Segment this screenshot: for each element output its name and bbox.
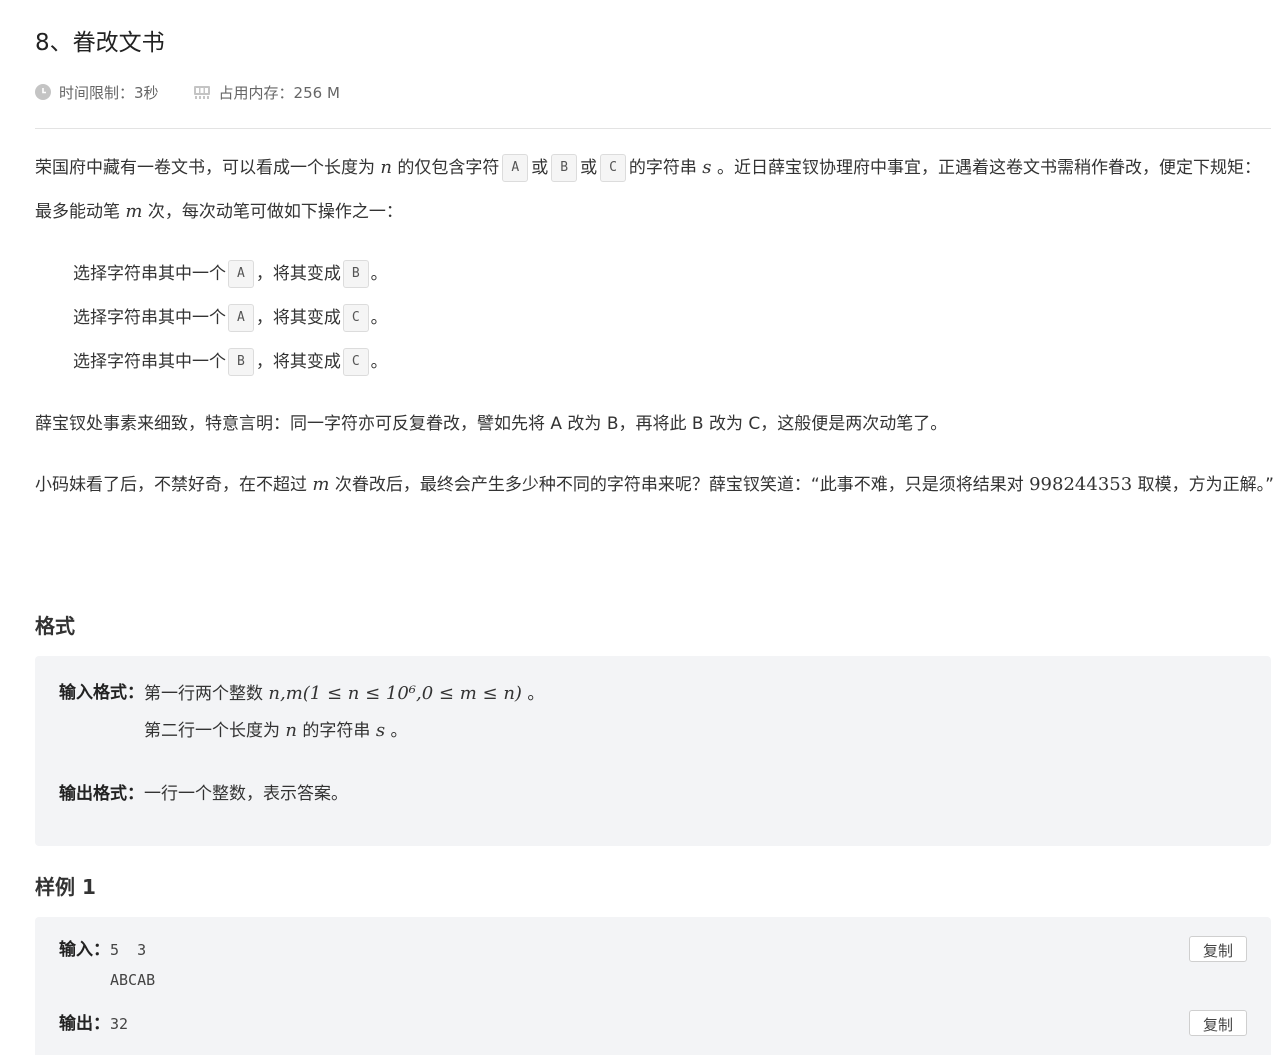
statement-text: 小码妹看了后，不禁好奇，在不超过 xyxy=(35,475,307,495)
operation-text: 。 xyxy=(370,264,388,284)
math-var-s: s xyxy=(375,720,386,741)
input-format-label: 输入格式： xyxy=(59,683,144,703)
input-format-text: 第二行一个长度为 xyxy=(144,721,280,741)
statement-text: 的字符串 xyxy=(628,158,697,178)
code-char-a: A xyxy=(502,154,529,182)
sample-output-label: 输出： xyxy=(59,1014,110,1034)
statement-text: 或 xyxy=(580,158,598,178)
operation-text: ，将其变成 xyxy=(255,308,341,328)
code-char-b: B xyxy=(551,154,578,182)
modulus-number: 998244353 xyxy=(1029,474,1133,495)
math-var-m: m xyxy=(312,474,330,495)
operation-item: 选择字符串其中一个 B ，将其变成 C。 xyxy=(73,340,388,384)
time-limit-text: 时间限制：3秒 xyxy=(59,83,159,102)
time-limit: 时间限制：3秒 xyxy=(35,82,159,103)
sample-input-content: 5 3 ABCAB xyxy=(110,937,155,993)
copy-output-button[interactable]: 复制 xyxy=(1189,1010,1247,1036)
operation-text: 选择字符串其中一个 xyxy=(73,308,226,328)
operations-list: 选择字符串其中一个 A ，将其变成 B。 选择字符串其中一个 A ，将其变成 C。 选择字符… xyxy=(73,252,388,384)
statement-text: 或 xyxy=(531,158,549,178)
clock-icon xyxy=(35,84,51,100)
problem-page: 8、眷改文书 时间限制：3秒 占用内存：256 M 荣国府中藏有一卷文书，可以看… xyxy=(0,0,1284,1055)
output-format-text: 一行一个整数，表示答案。 xyxy=(144,784,348,804)
problem-meta: 时间限制：3秒 占用内存：256 M xyxy=(35,80,374,104)
output-format-row: 输出格式： 一行一个整数，表示答案。 xyxy=(59,780,348,808)
math-var-n: n xyxy=(380,157,392,178)
input-format-row: 输入格式： 第一行两个整数 n,m(1 ≤ n ≤ 10⁶,0 ≤ m ≤ n)… xyxy=(59,678,544,746)
operation-item: 选择字符串其中一个 A ，将其变成 C。 xyxy=(73,296,388,340)
math-var-n: n xyxy=(285,720,297,741)
input-format-content: 第一行两个整数 n,m(1 ≤ n ≤ 10⁶,0 ≤ m ≤ n) 。 第二行… xyxy=(144,678,544,746)
statement-text: 的仅包含字符 xyxy=(397,158,500,178)
statement-text: 取模，方为正解。” xyxy=(1137,475,1274,495)
code-char: B xyxy=(342,260,369,288)
memory-chip-icon xyxy=(193,86,210,99)
operation-text: 。 xyxy=(370,308,388,328)
format-box: 输入格式： 第一行两个整数 n,m(1 ≤ n ≤ 10⁶,0 ≤ m ≤ n)… xyxy=(35,656,1271,846)
math-var-m: m xyxy=(125,201,143,222)
input-format-text: 第一行两个整数 xyxy=(144,684,263,704)
statement-paragraph-1: 荣国府中藏有一卷文书，可以看成一个长度为 n 的仅包含字符 A 或 B 或 C 的字符串 s… xyxy=(35,146,1275,234)
code-char: A xyxy=(228,304,254,332)
statement-paragraph-3: 小码妹看了后，不禁好奇，在不超过 m 次眷改后，最终会产生多少种不同的字符串来呢… xyxy=(35,463,1275,507)
operation-text: 。 xyxy=(370,352,388,372)
sample-input-line-1: 5 3 xyxy=(110,941,147,959)
copy-input-button[interactable]: 复制 xyxy=(1189,936,1247,962)
sample-box: 输入： 5 3 ABCAB 复制 输出： 32 复制 xyxy=(35,917,1271,1055)
statement-paragraph-2: 薛宝钗处事素来细致，特意言明：同一字符亦可反复眷改，譬如先将 A 改为 B，再将… xyxy=(35,414,948,434)
sample-heading: 样例 1 xyxy=(35,875,96,899)
input-format-text: 。 xyxy=(527,684,545,704)
operation-item: 选择字符串其中一个 A ，将其变成 B。 xyxy=(73,252,388,296)
code-char: C xyxy=(342,304,369,332)
memory-limit: 占用内存：256 M xyxy=(193,82,340,103)
operation-text: ，将其变成 xyxy=(255,352,341,372)
sample-input-row: 输入： 5 3 ABCAB xyxy=(59,937,155,993)
divider xyxy=(35,128,1271,129)
problem-title: 8、眷改文书 xyxy=(35,30,165,56)
code-char: A xyxy=(228,260,254,288)
operation-text: 选择字符串其中一个 xyxy=(73,264,226,284)
code-char: C xyxy=(342,348,369,376)
sample-input-label: 输入： xyxy=(59,940,110,960)
math-var-s: s xyxy=(702,157,712,178)
statement-text: 次，每次动笔可做如下操作之一： xyxy=(147,202,403,222)
statement-text: 次眷改后，最终会产生多少种不同的字符串来呢？薛宝钗笑道：“此事不难，只是须将结果… xyxy=(334,475,1024,495)
sample-input-line-2: ABCAB xyxy=(110,971,156,989)
operation-text: 选择字符串其中一个 xyxy=(73,352,226,372)
input-format-line-2: 第二行一个长度为 n 的字符串 s 。 xyxy=(144,716,544,746)
input-format-line-1: 第一行两个整数 n,m(1 ≤ n ≤ 10⁶,0 ≤ m ≤ n) 。 xyxy=(144,678,544,716)
sample-output-row: 输出： 32 xyxy=(59,1011,128,1037)
statement-text: 荣国府中藏有一卷文书，可以看成一个长度为 xyxy=(35,158,375,178)
code-char: B xyxy=(228,348,254,376)
sample-output-value: 32 xyxy=(110,1015,129,1033)
memory-limit-text: 占用内存：256 M xyxy=(218,83,340,102)
code-char-c: C xyxy=(600,154,626,182)
format-heading: 格式 xyxy=(35,614,75,638)
input-format-text: 的字符串 xyxy=(302,721,371,741)
input-format-math: n,m(1 ≤ n ≤ 10⁶,0 ≤ m ≤ n) xyxy=(268,683,522,704)
operation-text: ，将其变成 xyxy=(255,264,341,284)
output-format-label: 输出格式： xyxy=(59,784,144,804)
input-format-text: 。 xyxy=(390,721,408,741)
